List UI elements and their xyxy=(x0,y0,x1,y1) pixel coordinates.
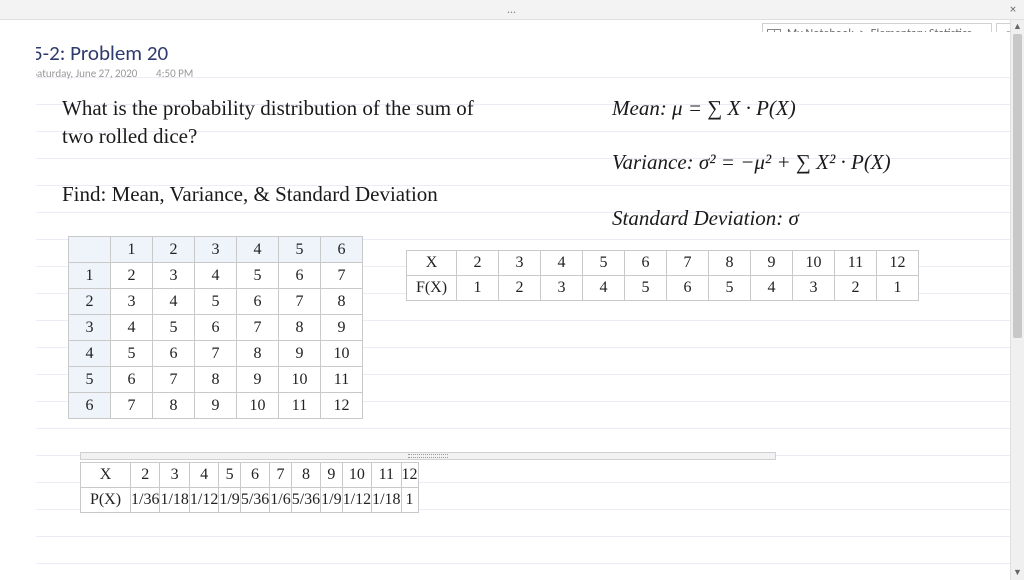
overflow-icon[interactable]: … xyxy=(507,3,516,17)
formula-mean: Mean: μ = ∑ X · P(X) xyxy=(612,94,796,122)
page-date: Saturday, June 27, 2020 xyxy=(36,67,137,80)
formula-stddev: Standard Deviation: σ xyxy=(612,204,799,232)
question-text: What is the probability distribution of … xyxy=(62,94,582,151)
formula-variance: Variance: σ² = −μ² + ∑ X² · P(X) xyxy=(612,148,891,176)
vertical-scrollbar[interactable]: ▲ ▼ xyxy=(1010,20,1024,580)
page-canvas[interactable]: // draw horizontal ruled lines before co… xyxy=(36,32,1010,580)
scroll-thumb[interactable] xyxy=(1013,34,1022,338)
page-title: 5-2: Problem 20 xyxy=(36,40,168,66)
frequency-table: X 23456789101112 F(X) 12345654321 xyxy=(406,250,919,301)
title-bar: … × xyxy=(0,0,1024,20)
page-time: 4:50 PM xyxy=(156,67,193,80)
close-icon[interactable]: × xyxy=(1010,3,1016,17)
find-text: Find: Mean, Variance, & Standard Deviati… xyxy=(62,180,438,208)
probability-table: X 23456789101112 P(X) 1/361/181/121/95/3… xyxy=(80,462,419,513)
scroll-up-icon[interactable]: ▲ xyxy=(1011,20,1024,34)
dice-sum-table: 1 2 3 4 5 6 1234567 2345678 3456789 4567… xyxy=(68,236,363,419)
table-grab-handle[interactable] xyxy=(80,452,776,460)
scroll-down-icon[interactable]: ▼ xyxy=(1011,566,1024,580)
